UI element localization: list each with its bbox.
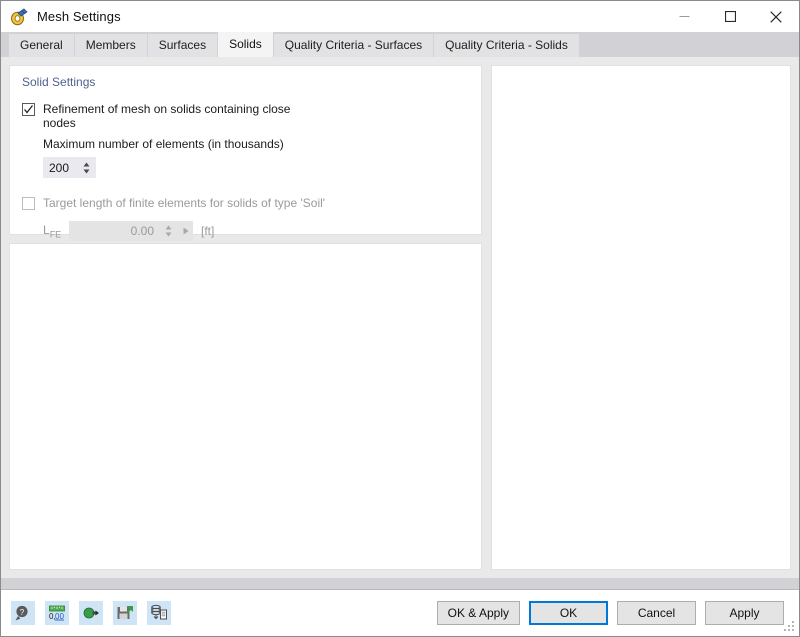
ok-and-apply-button[interactable]: OK & Apply: [436, 601, 520, 625]
refinement-checkbox-row[interactable]: Refinement of mesh on solids containing …: [22, 102, 469, 130]
footer-toolbar: ? 0, 00: [11, 601, 171, 625]
max-elements-label: Maximum number of elements (in thousands…: [43, 137, 284, 151]
tab-general[interactable]: General: [9, 34, 74, 57]
window-title: Mesh Settings: [37, 9, 121, 24]
max-elements-field-row: 200: [43, 157, 469, 178]
section-title-solid-settings: Solid Settings: [22, 75, 96, 89]
close-button[interactable]: [753, 1, 799, 32]
dialog-footer: ? 0, 00 OK & Apply OK Cancel Apply: [1, 589, 799, 636]
minimize-button[interactable]: [661, 1, 707, 32]
target-length-checkbox-label: Target length of finite elements for sol…: [43, 196, 326, 210]
lfe-unit: [ft]: [201, 224, 215, 238]
refinement-checkbox[interactable]: [22, 103, 35, 116]
tab-members[interactable]: Members: [74, 34, 147, 57]
lfe-value: 0.00: [130, 224, 154, 238]
target-length-checkbox[interactable]: [22, 197, 35, 210]
tab-quality-criteria-solids[interactable]: Quality Criteria - Solids: [434, 34, 579, 57]
apply-button[interactable]: Apply: [705, 601, 784, 625]
left-column: Solid Settings Refinement of mesh on sol…: [9, 65, 482, 570]
import-plug-icon[interactable]: [79, 601, 103, 625]
chevron-right-icon: [183, 227, 189, 235]
title-bar: Mesh Settings: [1, 1, 799, 32]
preview-panel: [491, 65, 791, 570]
lfe-field-row: LFE 0.00 [ft]: [43, 221, 469, 241]
tab-solids[interactable]: Solids: [218, 32, 273, 57]
resize-grip[interactable]: [784, 621, 796, 633]
max-elements-value[interactable]: 200: [49, 161, 75, 175]
spin-up-icon: [165, 225, 171, 230]
tab-bar: General Members Surfaces Solids Quality …: [1, 32, 799, 57]
cancel-button[interactable]: Cancel: [617, 601, 696, 625]
refinement-checkbox-label: Refinement of mesh on solids containing …: [43, 102, 291, 130]
dialog-buttons: OK & Apply OK Cancel Apply: [436, 601, 784, 625]
spin-down-icon: [165, 232, 171, 237]
spin-up-icon: [83, 162, 90, 166]
max-elements-stepper[interactable]: 200: [43, 157, 96, 178]
database-export-icon[interactable]: [147, 601, 171, 625]
mesh-settings-icon: [9, 7, 29, 27]
window-controls: [661, 1, 799, 32]
solid-settings-detail-panel: [9, 243, 482, 570]
tab-surfaces[interactable]: Surfaces: [147, 34, 218, 57]
solid-settings-panel: Solid Settings Refinement of mesh on sol…: [9, 65, 482, 241]
lfe-input[interactable]: 0.00: [69, 221, 157, 241]
lfe-label: LFE: [43, 222, 62, 240]
mesh-settings-dialog: Mesh Settings General Members Surfaces S…: [0, 0, 800, 637]
spin-down-icon: [83, 169, 90, 173]
help-magnifier-icon[interactable]: ?: [11, 601, 35, 625]
tab-content-solids: Solid Settings Refinement of mesh on sol…: [1, 57, 799, 578]
lfe-more-button[interactable]: [179, 221, 193, 241]
ok-button[interactable]: OK: [529, 601, 608, 625]
svg-text:?: ?: [20, 608, 25, 617]
footer-separator: [1, 578, 799, 589]
tab-quality-criteria-surfaces[interactable]: Quality Criteria - Surfaces: [273, 34, 434, 57]
maximize-button[interactable]: [707, 1, 753, 32]
lfe-spin-arrows[interactable]: [157, 221, 179, 241]
max-elements-spin-arrows[interactable]: [83, 162, 90, 174]
units-icon[interactable]: 0, 00: [45, 601, 69, 625]
save-settings-icon[interactable]: [113, 601, 137, 625]
target-length-checkbox-row[interactable]: Target length of finite elements for sol…: [22, 196, 469, 210]
